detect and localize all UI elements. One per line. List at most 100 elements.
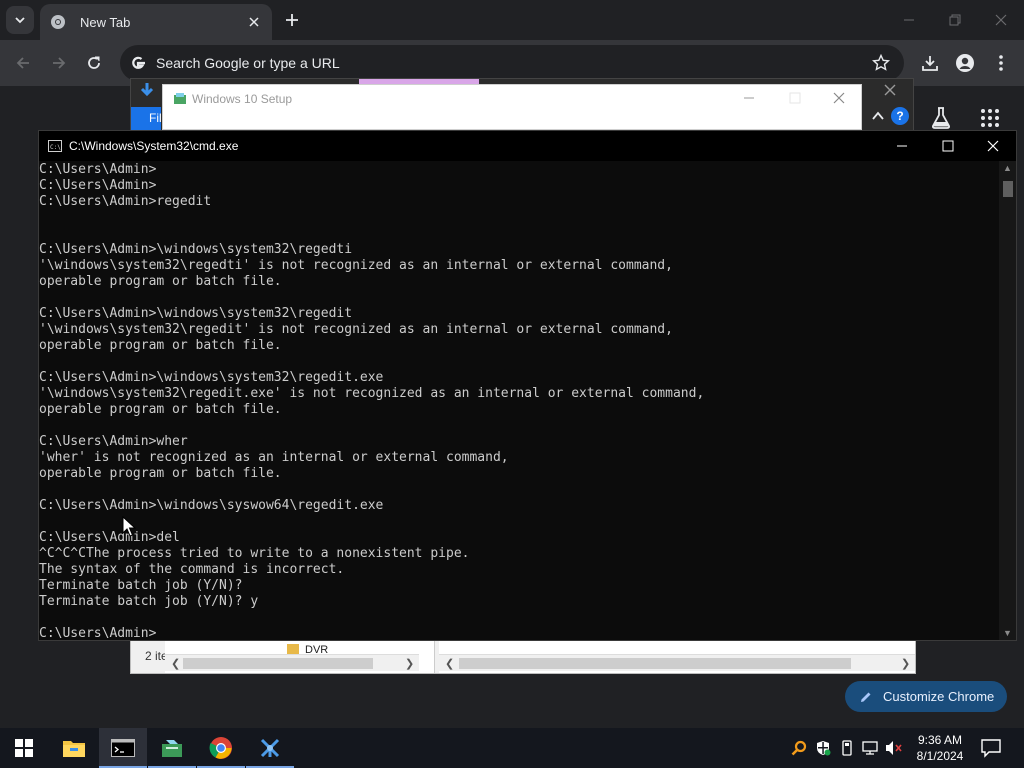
- taskbar-setup-app[interactable]: [148, 728, 196, 768]
- close-icon: [833, 92, 845, 104]
- scroll-left-icon[interactable]: ❮: [171, 657, 180, 670]
- taskbar-command-prompt[interactable]: [99, 728, 147, 768]
- tree-horizontal-scrollbar[interactable]: ❮ ❯: [165, 654, 419, 671]
- labs-flask-icon[interactable]: [930, 106, 952, 130]
- scroll-up-icon[interactable]: ▲: [1003, 163, 1012, 173]
- download-arrow-icon: [140, 83, 154, 97]
- scroll-down-icon[interactable]: ▼: [1003, 628, 1012, 638]
- shield-icon: [817, 741, 831, 756]
- scroll-left-icon[interactable]: ❮: [445, 657, 454, 670]
- search-input[interactable]: [156, 45, 846, 81]
- cmd-line: C:\Users\Admin>: [39, 162, 157, 177]
- minimize-icon: [897, 145, 907, 147]
- cmd-title-bar[interactable]: C:\ C:\Windows\System32\cmd.exe: [39, 131, 1016, 161]
- cmd-line: C:\Users\Admin>\windows\system32\regedit…: [39, 370, 384, 385]
- scroll-right-icon[interactable]: ❯: [405, 657, 414, 670]
- setup-close-button[interactable]: [829, 89, 849, 107]
- tray-volume-icon[interactable]: [885, 739, 903, 757]
- help-icon[interactable]: ?: [891, 107, 909, 125]
- windows-logo-icon: [15, 739, 33, 757]
- back-arrow-icon: [16, 57, 29, 69]
- reload-button[interactable]: [81, 50, 107, 76]
- cmd-line: [39, 418, 999, 434]
- profile-button[interactable]: [954, 52, 976, 74]
- more-vert-icon: [999, 55, 1003, 71]
- setup-window-title: Windows 10 Setup: [192, 92, 293, 106]
- cmd-line: [39, 290, 999, 306]
- cmd-window[interactable]: C:\ C:\Windows\System32\cmd.exe C:\Users…: [38, 130, 1017, 641]
- cmd-line: '\windows\system32\regedti' is not recog…: [39, 258, 673, 273]
- cmd-window-title: C:\Windows\System32\cmd.exe: [69, 139, 239, 153]
- chrome-restore-button[interactable]: [932, 0, 978, 40]
- pencil-icon: [861, 692, 871, 702]
- cmd-vertical-scrollbar[interactable]: ▲ ▼: [999, 161, 1016, 640]
- tray-network-icon[interactable]: [861, 739, 879, 757]
- chrome-close-button[interactable]: [978, 0, 1024, 40]
- mouse-pointer-icon: [122, 516, 136, 537]
- cmd-line: [39, 514, 999, 530]
- reload-icon: [88, 56, 100, 69]
- windows-setup-window[interactable]: Windows 10 Setup: [162, 84, 862, 130]
- cmd-app-icon: C:\: [48, 140, 62, 152]
- file-menu-tab[interactable]: Fil: [131, 107, 162, 131]
- omnibox[interactable]: [120, 45, 904, 81]
- volume-muted-icon: [886, 741, 902, 755]
- scroll-thumb[interactable]: [183, 658, 373, 669]
- tray-security-icon[interactable]: [814, 739, 832, 757]
- customize-chrome-button[interactable]: Customize Chrome: [845, 681, 1007, 712]
- cmd-line: operable program or batch file.: [39, 402, 282, 417]
- chrome-favicon-icon: [51, 15, 65, 29]
- tab-strip: New Tab: [0, 0, 1024, 40]
- tray-device-icon[interactable]: [838, 739, 856, 757]
- cmd-maximize-button[interactable]: [925, 131, 971, 161]
- cmd-line: operable program or batch file.: [39, 338, 282, 353]
- back-button[interactable]: [10, 50, 36, 76]
- restore-icon: [949, 14, 961, 26]
- cmd-line: '\windows\system32\regedit.exe' is not r…: [39, 386, 705, 401]
- cmd-output[interactable]: C:\Users\Admin> C:\Users\Admin> C:\Users\A…: [39, 162, 999, 640]
- terminal-icon: [111, 739, 135, 757]
- taskbar-file-explorer[interactable]: [50, 728, 98, 768]
- scroll-thumb[interactable]: [459, 658, 851, 669]
- tab-new-tab[interactable]: New Tab: [40, 4, 272, 40]
- tray-search-key-icon[interactable]: [790, 739, 808, 757]
- usb-drive-icon: [842, 740, 852, 756]
- cmd-line: [39, 354, 999, 370]
- downloads-button[interactable]: [919, 52, 941, 74]
- taskbar-chrome[interactable]: [197, 728, 245, 768]
- google-apps-grid-icon[interactable]: [980, 108, 1000, 128]
- forward-button[interactable]: [46, 50, 72, 76]
- maximize-icon: [942, 140, 954, 152]
- close-icon: [995, 14, 1007, 26]
- chrome-minimize-button[interactable]: [886, 0, 932, 40]
- customize-chrome-label: Customize Chrome: [883, 689, 995, 704]
- notification-center-icon[interactable]: [980, 738, 1002, 758]
- cmd-line: C:\Users\Admin>\windows\system32\regedit: [39, 306, 353, 321]
- cmd-line: C:\Users\Admin>del: [39, 530, 180, 545]
- tab-close-icon[interactable]: [246, 14, 262, 30]
- magnifier-key-icon: [791, 740, 807, 756]
- chevron-down-icon: [15, 17, 25, 24]
- cmd-line: [39, 210, 999, 226]
- taskbar-network-tool[interactable]: [246, 728, 294, 768]
- tab-search-button[interactable]: [6, 6, 34, 34]
- setup-maximize-button[interactable]: [785, 89, 805, 107]
- setup-app-icon: [174, 93, 186, 104]
- start-button[interactable]: [0, 728, 48, 768]
- cmd-line: Terminate batch job (Y/N)?: [39, 578, 243, 593]
- cmd-line: '\windows\system32\regedit' is not recog…: [39, 322, 673, 337]
- scroll-right-icon[interactable]: ❯: [901, 657, 910, 670]
- cmd-close-button[interactable]: [970, 131, 1016, 161]
- cmd-minimize-button[interactable]: [879, 131, 925, 161]
- new-tab-plus-icon[interactable]: [282, 10, 302, 30]
- setup-minimize-button[interactable]: [739, 89, 759, 107]
- values-horizontal-scrollbar[interactable]: ❮ ❯: [439, 654, 915, 671]
- taskbar-clock[interactable]: 9:36 AM 8/1/2024: [912, 732, 968, 764]
- bookmark-star-icon[interactable]: [872, 54, 890, 72]
- svg-text:C:\: C:\: [50, 144, 61, 151]
- chrome-menu-button[interactable]: [990, 52, 1012, 74]
- scroll-thumb[interactable]: [1003, 181, 1013, 197]
- profile-avatar-icon: [956, 54, 974, 72]
- close-icon[interactable]: [881, 81, 899, 99]
- chevron-up-icon[interactable]: [871, 109, 885, 123]
